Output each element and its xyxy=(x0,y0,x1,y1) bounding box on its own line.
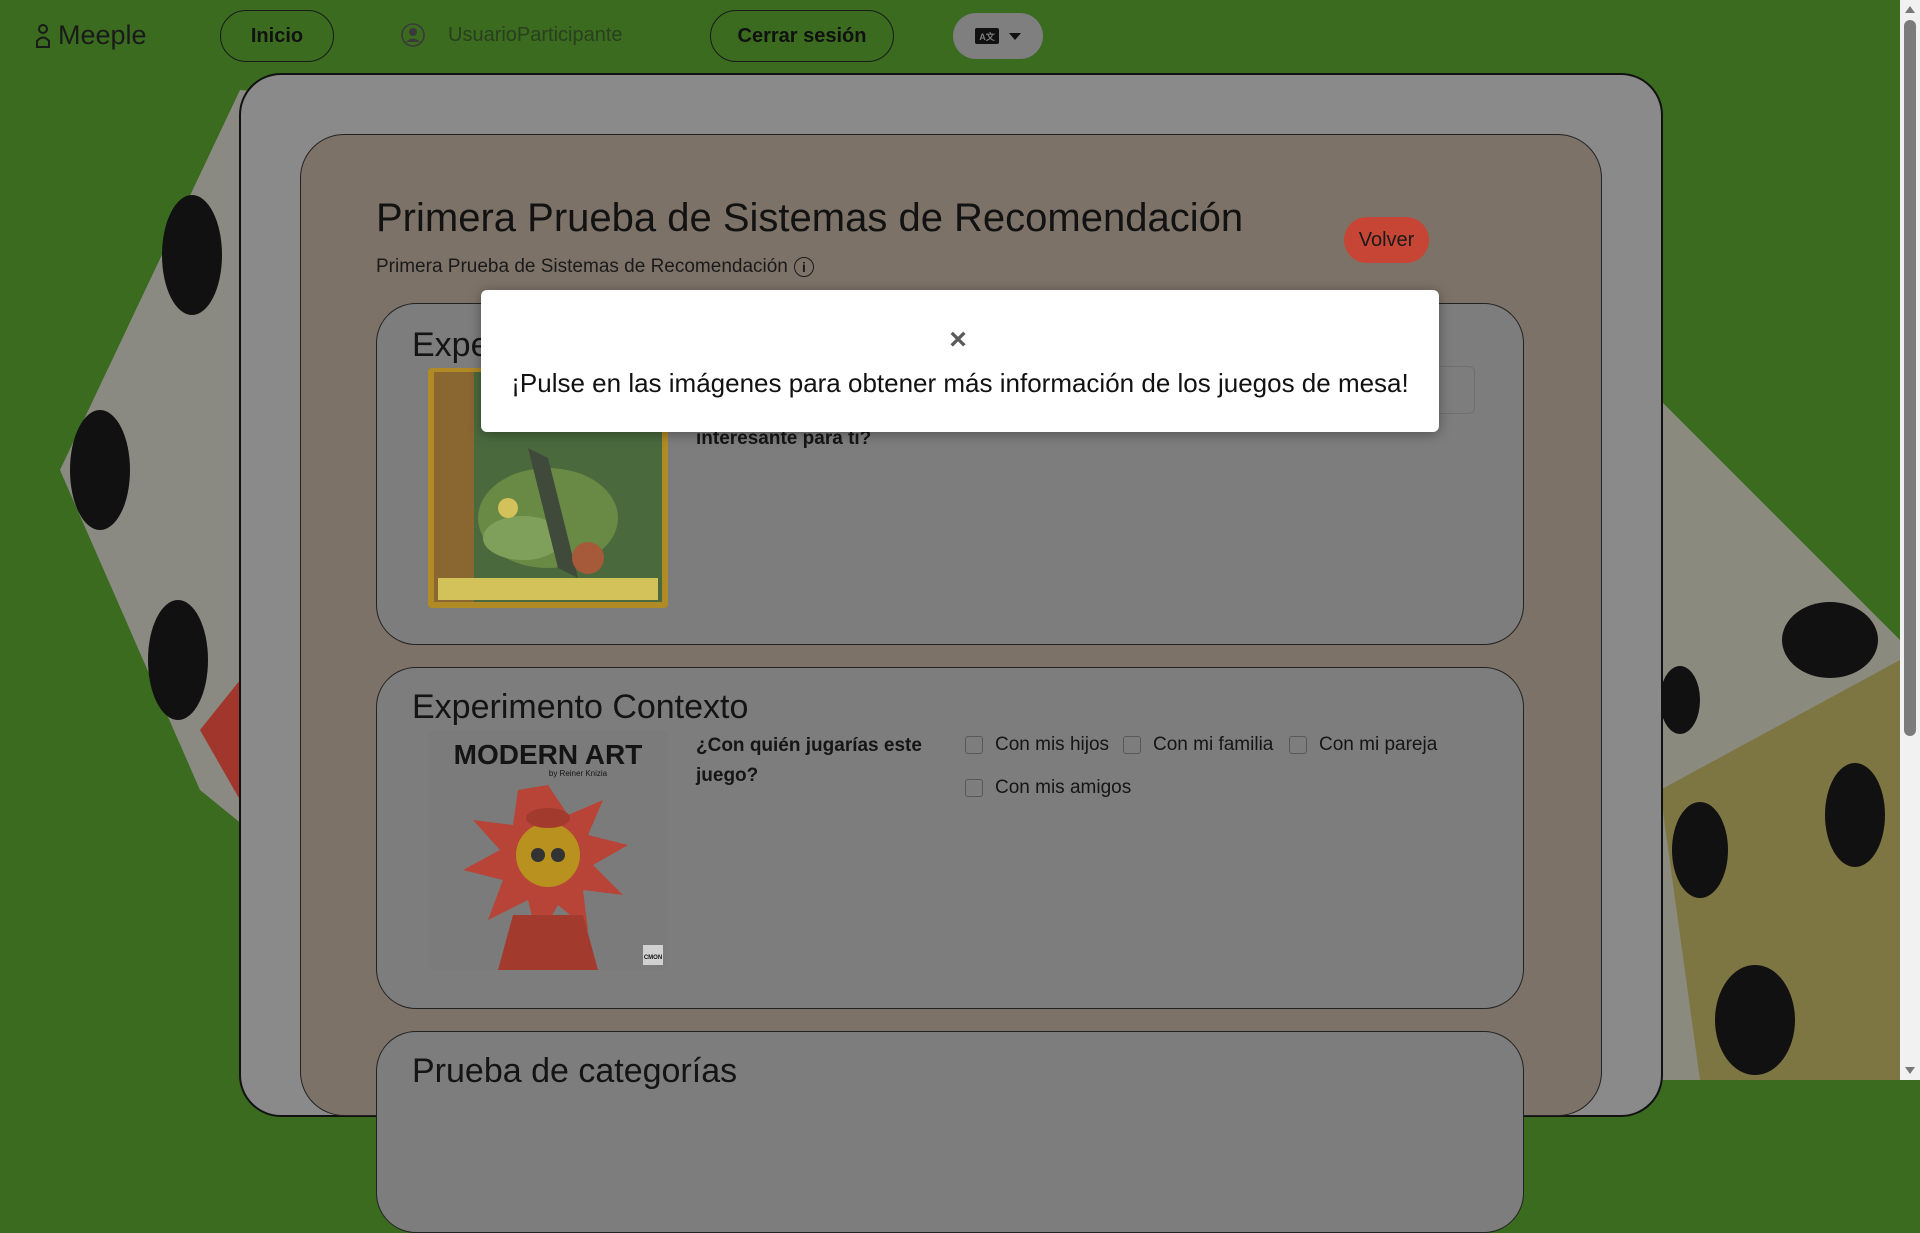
page-title: Primera Prueba de Sistemas de Recomendac… xyxy=(376,196,1244,240)
username-label: UsuarioParticipante xyxy=(448,23,623,46)
game-box-art: MODERN ART by Reiner Knizia CMON xyxy=(428,730,668,970)
card-title: Experimento Contexto xyxy=(412,688,749,726)
card-title: Expe xyxy=(412,326,490,364)
scroll-down-arrow-icon[interactable] xyxy=(1905,1067,1915,1074)
language-dropdown[interactable]: A文 xyxy=(953,13,1043,59)
modal-message: ¡Pulse en las imágenes para obtener más … xyxy=(511,368,1409,398)
checkbox[interactable] xyxy=(1289,736,1307,754)
option-label: Con mis amigos xyxy=(995,777,1132,798)
brand-link[interactable]: Meeple xyxy=(34,20,147,51)
game-box-title: MODERN ART xyxy=(454,739,643,770)
brand-name: Meeple xyxy=(58,20,147,50)
back-button[interactable]: Volver xyxy=(1344,217,1429,263)
info-icon[interactable]: i xyxy=(793,257,814,277)
top-navbar: Meeple Inicio UsuarioParticipante Cerrar… xyxy=(0,0,1900,72)
close-icon[interactable]: × xyxy=(946,325,970,355)
page-scrollbar[interactable] xyxy=(1900,0,1920,1080)
option-con-mi-pareja[interactable]: Con mi pareja xyxy=(1289,734,1437,756)
user-avatar-icon xyxy=(401,23,425,47)
checkbox[interactable] xyxy=(965,779,983,797)
game-box-subtitle: by Reiner Knizia xyxy=(549,769,608,778)
option-con-mi-familia[interactable]: Con mi familia xyxy=(1123,734,1273,756)
option-con-mis-hijos[interactable]: Con mis hijos xyxy=(965,734,1109,756)
scrollbar-thumb[interactable] xyxy=(1904,20,1916,736)
card-question: ¿Con quién jugarías este juego? xyxy=(696,735,922,786)
home-button[interactable]: Inicio xyxy=(220,10,334,62)
chevron-down-icon xyxy=(1009,32,1021,40)
subtitle-text: Primera Prueba de Sistemas de Recomendac… xyxy=(376,256,788,277)
experiment-card-context: Experimento Contexto MODERN ART by Reine… xyxy=(376,667,1524,1009)
user-info: UsuarioParticipante xyxy=(400,22,623,48)
option-label: Con mi pareja xyxy=(1319,734,1438,755)
option-label: Con mis hijos xyxy=(995,734,1110,755)
option-label: Con mi familia xyxy=(1153,734,1274,755)
translate-icon: A文 xyxy=(975,28,999,44)
page-subtitle: Primera Prueba de Sistemas de Recomendac… xyxy=(376,256,814,278)
card-title: Prueba de categorías xyxy=(412,1052,738,1090)
checkbox[interactable] xyxy=(965,736,983,754)
checkbox[interactable] xyxy=(1123,736,1141,754)
publisher-logo-text: CMON xyxy=(644,955,662,961)
game-image[interactable]: MODERN ART by Reiner Knizia CMON xyxy=(428,730,668,970)
option-con-mis-amigos[interactable]: Con mis amigos xyxy=(965,777,1131,799)
experiment-card-categories: Prueba de categorías xyxy=(376,1031,1524,1233)
logout-button[interactable]: Cerrar sesión xyxy=(710,10,894,62)
info-modal: × ¡Pulse en las imágenes para obtener má… xyxy=(481,290,1439,432)
scroll-up-arrow-icon[interactable] xyxy=(1905,6,1915,13)
meeple-icon xyxy=(36,23,50,48)
